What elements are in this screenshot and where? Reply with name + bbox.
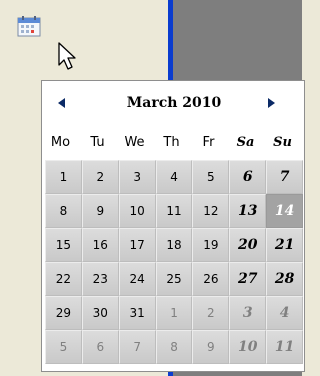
day-cell[interactable]: 20 <box>229 228 267 262</box>
day-cell[interactable]: 9 <box>192 330 230 364</box>
day-cell-selected[interactable]: 14 <box>266 194 304 228</box>
week-row: 15 16 17 18 19 20 21 <box>45 228 304 262</box>
day-cell[interactable]: 29 <box>45 296 82 330</box>
day-cell[interactable]: 19 <box>192 228 230 262</box>
day-cell[interactable]: 6 <box>81 330 119 364</box>
day-cell[interactable]: 27 <box>229 262 267 296</box>
day-cell[interactable]: 26 <box>192 262 230 296</box>
day-cell[interactable]: 1 <box>155 296 193 330</box>
week-row: 8 9 10 11 12 13 14 <box>45 194 304 228</box>
day-cell[interactable]: 25 <box>155 262 193 296</box>
week-row: 29 30 31 1 2 3 4 <box>45 296 304 330</box>
day-cell[interactable]: 7 <box>118 330 156 364</box>
day-cell[interactable]: 10 <box>118 194 156 228</box>
mouse-cursor-icon <box>57 41 79 75</box>
weekday-label: Su <box>273 134 292 150</box>
weekday-label: Fr <box>202 134 215 150</box>
day-cell[interactable]: 17 <box>118 228 156 262</box>
day-grid: 1 2 3 4 5 6 7 8 9 10 11 12 13 14 15 16 17 18 19 20 21 22 23 24 2… <box>45 160 304 364</box>
day-cell[interactable]: 12 <box>192 194 230 228</box>
week-row: 22 23 24 25 26 27 28 <box>45 262 304 296</box>
day-cell[interactable]: 8 <box>45 194 82 228</box>
week-row: 1234567 <box>45 160 304 194</box>
day-cell[interactable]: 3 <box>118 160 156 194</box>
weekday-label: We <box>124 134 145 150</box>
day-cell[interactable]: 16 <box>81 228 119 262</box>
weekday-label: Mo <box>50 134 71 150</box>
day-cell[interactable]: 31 <box>118 296 156 330</box>
week-row: 5 6 7 8 9 10 11 <box>45 330 304 364</box>
day-cell[interactable]: 23 <box>81 262 119 296</box>
weekday-label: Sa <box>236 134 255 150</box>
calendar-icon[interactable] <box>17 15 41 37</box>
day-cell[interactable]: 22 <box>45 262 82 296</box>
calendar-header: March 2010 <box>42 81 306 125</box>
day-cell[interactable]: 13 <box>229 194 267 228</box>
day-cell[interactable]: 2 <box>192 296 230 330</box>
weekday-label: Tu <box>90 134 105 150</box>
day-cell[interactable]: 7 <box>266 160 304 194</box>
day-cell[interactable]: 6 <box>229 160 267 194</box>
day-cell[interactable]: 30 <box>81 296 119 330</box>
day-cell[interactable]: 24 <box>118 262 156 296</box>
weekday-header-row: Mo Tu We Th Fr Sa Su <box>42 125 306 159</box>
month-title: March 2010 <box>126 95 222 111</box>
calendar-popup: March 2010 Mo Tu We Th Fr Sa Su 1 2 3 4 5 6 7 8 9 10 11 1… <box>41 80 305 372</box>
day-cell[interactable]: 5 <box>45 330 82 364</box>
triangle-right-icon[interactable] <box>261 93 281 113</box>
day-cell[interactable]: 1 <box>45 160 82 194</box>
day-cell[interactable]: 11 <box>266 330 304 364</box>
day-cell[interactable]: 5 <box>192 160 230 194</box>
day-cell[interactable]: 3 <box>229 296 267 330</box>
triangle-left-icon[interactable] <box>52 93 72 113</box>
day-cell[interactable]: 21 <box>266 228 304 262</box>
day-cell[interactable]: 4 <box>155 160 193 194</box>
day-cell[interactable]: 11 <box>155 194 193 228</box>
day-cell[interactable]: 28 <box>266 262 304 296</box>
day-cell[interactable]: 8 <box>155 330 193 364</box>
day-cell[interactable]: 15 <box>45 228 82 262</box>
day-cell[interactable]: 18 <box>155 228 193 262</box>
day-cell[interactable]: 9 <box>81 194 119 228</box>
day-cell[interactable]: 10 <box>229 330 267 364</box>
weekday-label: Th <box>163 134 180 150</box>
day-cell[interactable]: 2 <box>81 160 119 194</box>
day-cell[interactable]: 4 <box>266 296 304 330</box>
